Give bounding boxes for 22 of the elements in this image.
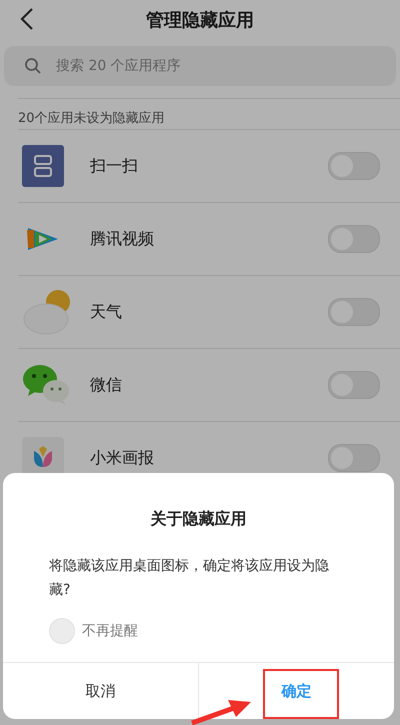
toggle-switch[interactable] xyxy=(328,298,380,326)
dialog-message: 将隐藏该应用桌面图标，确定将该应用设为隐藏? xyxy=(49,557,330,600)
sun-cloud-app-icon xyxy=(22,289,72,335)
toggle-switch[interactable] xyxy=(328,371,380,399)
toggle-switch[interactable] xyxy=(328,444,380,472)
app-name: 小米画报 xyxy=(90,448,155,468)
chat-bubbles-app-icon xyxy=(22,364,72,406)
app-name: 天气 xyxy=(90,302,123,322)
toggle-switch[interactable] xyxy=(328,152,380,180)
page-title: 管理隐藏应用 xyxy=(146,9,254,32)
toggle-switch[interactable] xyxy=(328,225,380,253)
app-name: 腾讯视频 xyxy=(90,228,155,250)
dialog-title: 关于隐藏应用 xyxy=(149,509,248,530)
cancel-button[interactable]: 取消 xyxy=(70,674,132,708)
app-name: 扫一扫 xyxy=(90,156,139,176)
checkbox[interactable] xyxy=(49,618,75,644)
section-label: 20个应用未设为隐藏应用 xyxy=(18,98,400,129)
pointer-arrow xyxy=(190,699,252,725)
checkbox-label: 不再提醒 xyxy=(82,622,138,640)
search-field[interactable]: 搜索 20 个应用程序 xyxy=(4,46,396,86)
back-icon[interactable] xyxy=(20,8,34,30)
app-name: 微信 xyxy=(90,374,123,396)
